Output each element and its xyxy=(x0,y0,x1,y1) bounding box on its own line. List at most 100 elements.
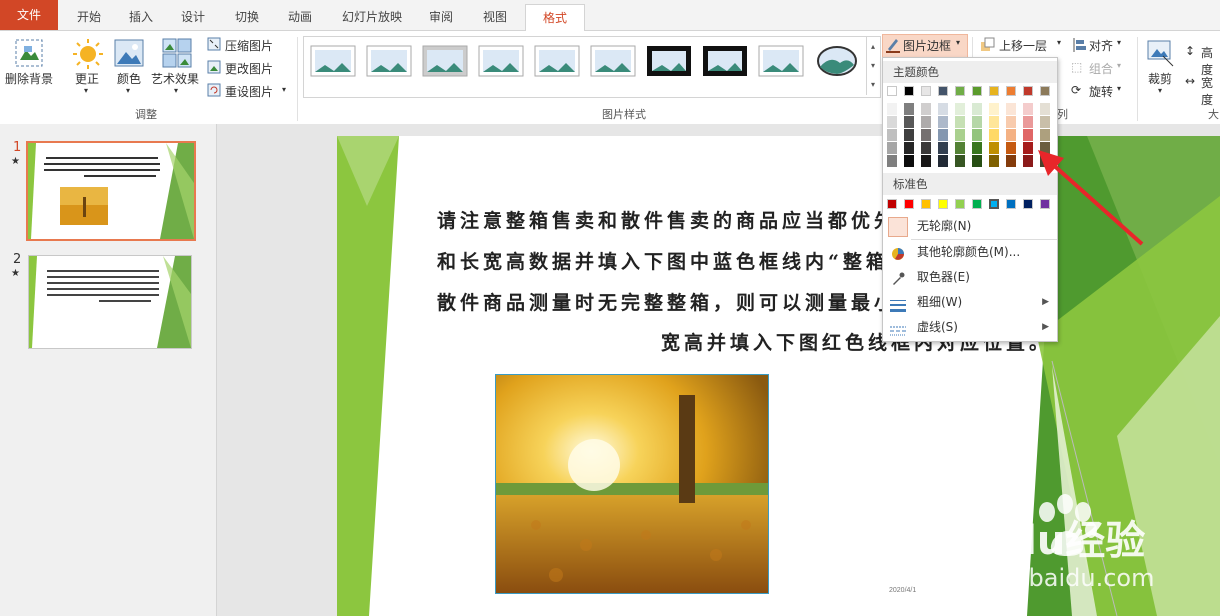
theme-shade-swatch[interactable] xyxy=(921,142,931,154)
rotate-button[interactable]: 旋转 xyxy=(1089,83,1113,100)
bring-forward-button[interactable]: 上移一层 xyxy=(999,37,1047,54)
theme-color-swatch[interactable] xyxy=(989,86,999,96)
change-picture-button[interactable]: 更改图片 xyxy=(225,60,273,77)
theme-shade-swatch[interactable] xyxy=(1023,103,1033,115)
theme-color-swatch[interactable] xyxy=(972,86,982,96)
slide-text-line[interactable]: 和长宽高数据并填入下图中蓝色框线内“整箱 xyxy=(437,247,889,274)
theme-shade-swatch[interactable] xyxy=(938,142,948,154)
slide-thumbnail-2[interactable] xyxy=(28,255,192,349)
tab-file[interactable]: 文件 xyxy=(0,0,58,30)
theme-shade-swatch[interactable] xyxy=(887,155,897,167)
theme-shade-swatch[interactable] xyxy=(887,116,897,128)
theme-color-swatch[interactable] xyxy=(1006,86,1016,96)
theme-shade-swatch[interactable] xyxy=(921,155,931,167)
theme-shade-swatch[interactable] xyxy=(1006,129,1016,141)
theme-shade-swatch[interactable] xyxy=(955,103,965,115)
tab-animations[interactable]: 动画 xyxy=(279,4,321,30)
picture-style-option[interactable] xyxy=(534,43,580,79)
theme-shade-swatch[interactable] xyxy=(904,129,914,141)
eyedropper-item[interactable]: 取色器(E) xyxy=(883,265,1057,289)
picture-style-option[interactable] xyxy=(310,43,356,79)
theme-shade-swatch[interactable] xyxy=(921,129,931,141)
crop-icon[interactable] xyxy=(1145,38,1175,71)
theme-shade-swatch[interactable] xyxy=(972,129,982,141)
theme-shade-swatch[interactable] xyxy=(1040,116,1050,128)
theme-shade-swatch[interactable] xyxy=(904,116,914,128)
picture-style-option[interactable] xyxy=(366,43,412,79)
standard-color-swatch[interactable] xyxy=(904,199,914,209)
autumn-photo[interactable] xyxy=(495,374,769,594)
image-color-icon[interactable] xyxy=(114,38,144,71)
tab-review[interactable]: 审阅 xyxy=(420,4,462,30)
tab-slideshow[interactable]: 幻灯片放映 xyxy=(333,4,411,30)
theme-shade-swatch[interactable] xyxy=(989,103,999,115)
theme-shade-swatch[interactable] xyxy=(904,142,914,154)
picture-style-option[interactable] xyxy=(478,43,524,79)
standard-color-swatch[interactable] xyxy=(887,199,897,209)
compress-pictures-button[interactable]: 压缩图片 xyxy=(225,37,273,54)
sun-icon[interactable] xyxy=(72,38,104,73)
tab-insert[interactable]: 插入 xyxy=(120,4,162,30)
remove-background-icon[interactable] xyxy=(14,38,44,71)
theme-color-swatch[interactable] xyxy=(1040,86,1050,96)
slide-thumbnail-1[interactable] xyxy=(26,141,196,241)
theme-shade-swatch[interactable] xyxy=(1006,103,1016,115)
color-button[interactable]: 颜色 xyxy=(117,70,141,87)
theme-shade-swatch[interactable] xyxy=(955,155,965,167)
theme-shade-swatch[interactable] xyxy=(972,103,982,115)
theme-color-swatch[interactable] xyxy=(938,86,948,96)
remove-background-button[interactable]: 删除背景 xyxy=(5,70,53,87)
theme-shade-swatch[interactable] xyxy=(989,155,999,167)
theme-shade-swatch[interactable] xyxy=(972,155,982,167)
standard-color-swatch[interactable] xyxy=(921,199,931,209)
tab-transitions[interactable]: 切换 xyxy=(226,4,268,30)
theme-shade-swatch[interactable] xyxy=(1006,155,1016,167)
artistic-effects-button[interactable]: 艺术效果 xyxy=(151,70,199,87)
gallery-scroll[interactable]: ▴ ▾ ▾ xyxy=(866,37,879,95)
picture-style-option[interactable] xyxy=(646,43,692,79)
theme-shade-swatch[interactable] xyxy=(972,116,982,128)
picture-style-option[interactable] xyxy=(702,43,748,79)
theme-shade-swatch[interactable] xyxy=(1023,116,1033,128)
theme-shade-swatch[interactable] xyxy=(904,155,914,167)
tab-view[interactable]: 视图 xyxy=(474,4,516,30)
theme-color-swatch[interactable] xyxy=(955,86,965,96)
theme-shade-swatch[interactable] xyxy=(955,116,965,128)
standard-color-swatch[interactable] xyxy=(955,199,965,209)
theme-shade-swatch[interactable] xyxy=(955,142,965,154)
corrections-button[interactable]: 更正 xyxy=(75,70,99,87)
theme-shade-swatch[interactable] xyxy=(938,129,948,141)
picture-style-option[interactable] xyxy=(814,43,860,79)
tab-format[interactable]: 格式 xyxy=(525,4,585,31)
theme-shade-swatch[interactable] xyxy=(904,103,914,115)
tab-design[interactable]: 设计 xyxy=(172,4,214,30)
reset-picture-button[interactable]: 重设图片 xyxy=(225,83,273,100)
theme-shade-swatch[interactable] xyxy=(887,103,897,115)
standard-color-swatch[interactable] xyxy=(1006,199,1016,209)
theme-shade-swatch[interactable] xyxy=(1006,142,1016,154)
weight-item[interactable]: 粗细(W) ▶ xyxy=(883,290,1057,314)
align-button[interactable]: 对齐 xyxy=(1089,37,1113,54)
theme-color-swatch[interactable] xyxy=(1023,86,1033,96)
theme-shade-swatch[interactable] xyxy=(938,116,948,128)
theme-color-swatch[interactable] xyxy=(887,86,897,96)
standard-color-swatch[interactable] xyxy=(972,199,982,209)
theme-shade-swatch[interactable] xyxy=(955,129,965,141)
standard-color-swatch[interactable] xyxy=(938,199,948,209)
picture-style-option[interactable] xyxy=(422,43,468,79)
picture-style-option[interactable] xyxy=(590,43,636,79)
theme-shade-swatch[interactable] xyxy=(989,116,999,128)
theme-color-swatch[interactable] xyxy=(904,86,914,96)
theme-shade-swatch[interactable] xyxy=(989,142,999,154)
theme-shade-swatch[interactable] xyxy=(1040,103,1050,115)
theme-shade-swatch[interactable] xyxy=(1006,116,1016,128)
theme-shade-swatch[interactable] xyxy=(921,116,931,128)
slide-text-line[interactable]: 散件商品测量时无完整整箱，则可以测量最小 xyxy=(437,288,897,315)
tab-home[interactable]: 开始 xyxy=(68,4,110,30)
theme-color-swatch[interactable] xyxy=(921,86,931,96)
dashes-item[interactable]: 虚线(S) ▶ xyxy=(883,315,1057,339)
chevron-down-icon[interactable]: ▾ xyxy=(282,85,286,94)
standard-color-swatch[interactable] xyxy=(989,199,999,209)
theme-shade-swatch[interactable] xyxy=(972,142,982,154)
theme-shade-swatch[interactable] xyxy=(989,129,999,141)
